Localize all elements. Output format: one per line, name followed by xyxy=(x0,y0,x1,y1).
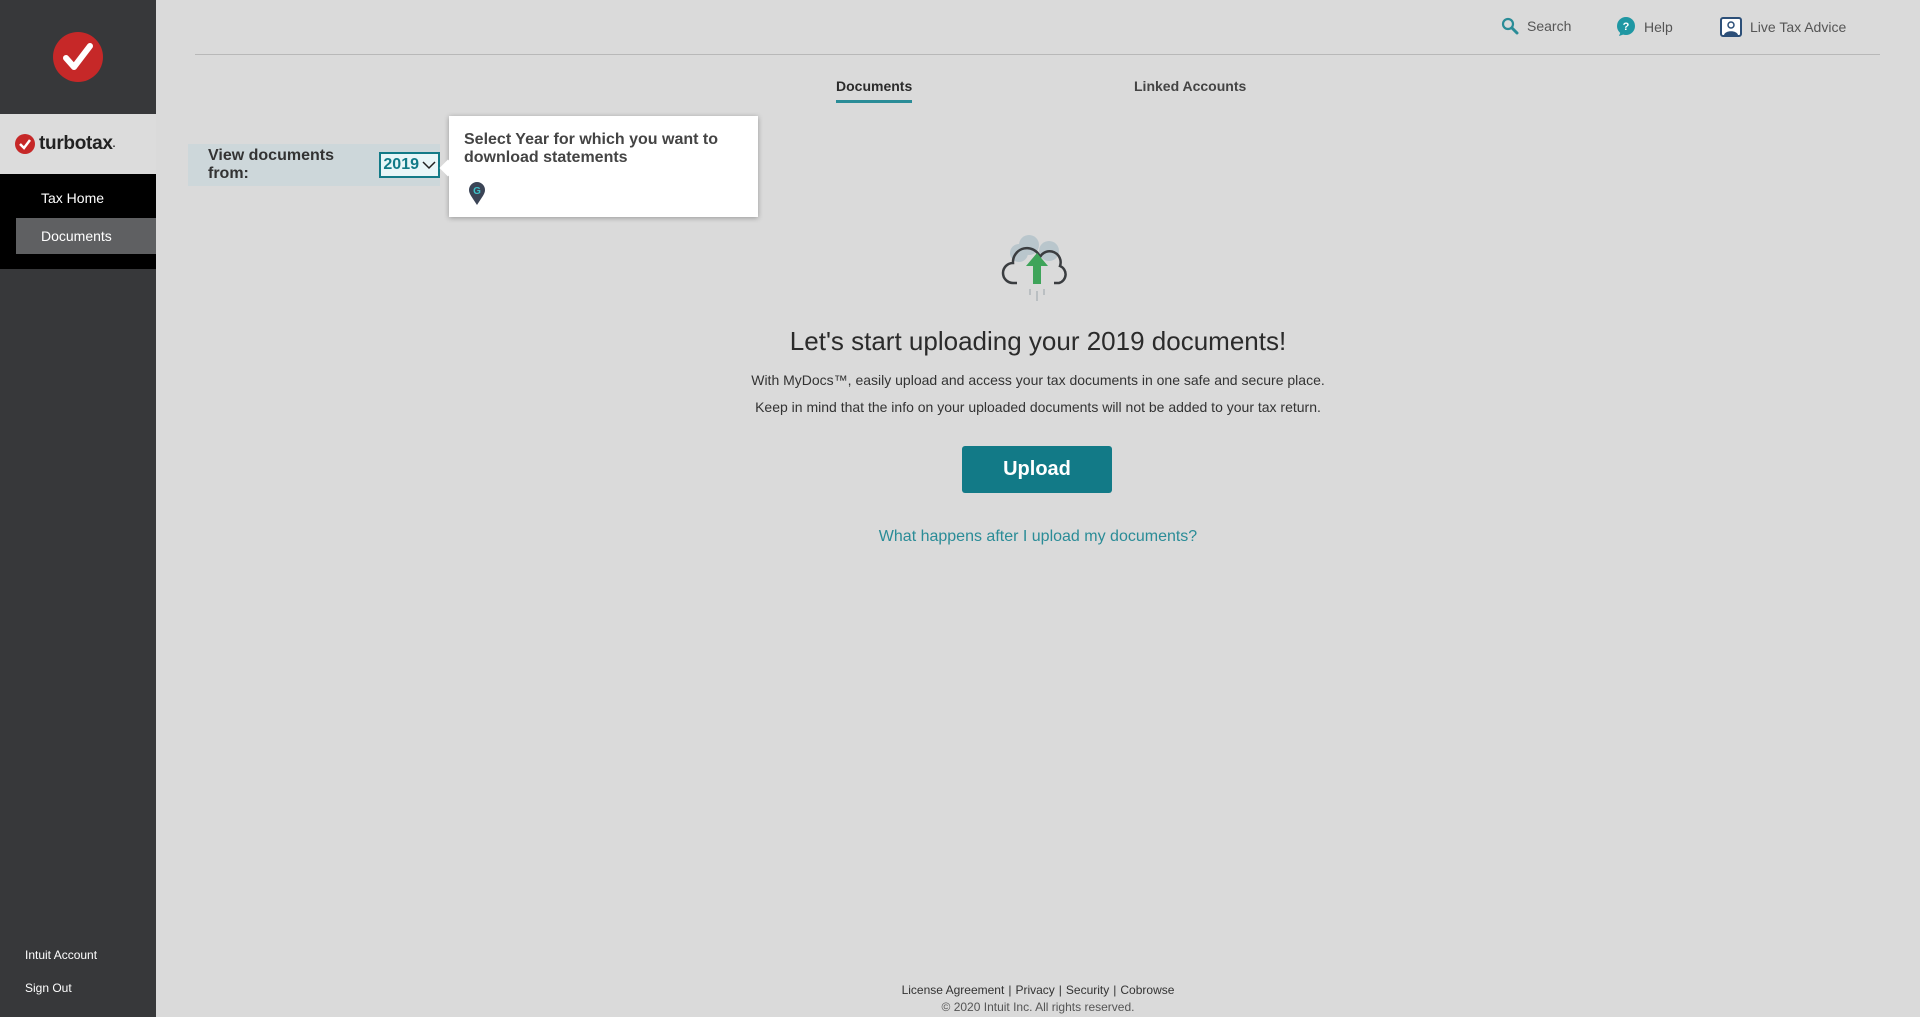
live-advisor-icon xyxy=(1720,17,1742,37)
sidebar-nav: Tax Home Documents xyxy=(0,174,156,269)
brand-name: turbotax xyxy=(39,133,113,154)
copyright: © 2020 Intuit Inc. All rights reserved. xyxy=(941,1000,1135,1014)
help-label: Help xyxy=(1644,19,1673,35)
cobrowse-link[interactable]: Cobrowse xyxy=(1120,983,1174,997)
svg-text:?: ? xyxy=(1623,21,1630,33)
brand-wordmark: turbotax. xyxy=(0,114,156,174)
turbotax-logo[interactable] xyxy=(0,0,156,114)
intro-text-line-1: With MyDocs™, easily upload and access y… xyxy=(751,372,1325,388)
sign-out-link[interactable]: Sign Out xyxy=(25,981,72,995)
sidebar-item-label: Tax Home xyxy=(41,190,105,206)
guide-tooltip: Select Year for which you want to downlo… xyxy=(449,116,758,217)
year-filter-bar: View documents from: 2019 xyxy=(188,144,440,186)
cloud-upload-icon xyxy=(1001,235,1067,301)
live-tax-advice-label: Live Tax Advice xyxy=(1750,19,1847,35)
year-filter-label: View documents from: xyxy=(208,147,334,182)
privacy-link[interactable]: Privacy xyxy=(1015,983,1054,997)
what-happens-link[interactable]: What happens after I upload my documents… xyxy=(156,528,1920,546)
sidebar: turbotax. Tax Home Documents Intuit Acco… xyxy=(0,0,156,1017)
year-select-value: 2019 xyxy=(383,156,419,173)
sidebar-item-documents[interactable]: Documents xyxy=(16,218,156,254)
tab-linked-accounts[interactable]: Linked Accounts xyxy=(1134,78,1246,94)
checkmark-logo-icon xyxy=(53,32,103,82)
svg-text:G: G xyxy=(473,186,481,197)
license-agreement-link[interactable]: License Agreement xyxy=(902,983,1005,997)
intuit-account-link[interactable]: Intuit Account xyxy=(25,948,97,962)
help-button[interactable]: ? Help xyxy=(1616,17,1673,37)
map-pin-icon: G xyxy=(469,182,485,205)
security-link[interactable]: Security xyxy=(1066,983,1109,997)
search-button[interactable]: Search xyxy=(1501,17,1571,35)
sidebar-item-tax-home[interactable]: Tax Home xyxy=(16,180,156,216)
upload-button[interactable]: Upload xyxy=(962,446,1112,493)
sidebar-item-label: Documents xyxy=(41,228,112,244)
intro-text-line-2: Keep in mind that the info on your uploa… xyxy=(755,399,1321,415)
tooltip-text: Select Year for which you want to downlo… xyxy=(464,131,718,166)
help-icon: ? xyxy=(1617,17,1635,36)
search-label: Search xyxy=(1527,18,1572,34)
checkmark-icon xyxy=(15,134,35,154)
tab-documents[interactable]: Documents xyxy=(836,78,913,103)
search-icon xyxy=(1501,17,1519,35)
page-heading: Let's start uploading your 2019 document… xyxy=(789,326,1287,356)
live-tax-advice-button[interactable]: Live Tax Advice xyxy=(1720,17,1846,37)
header-divider xyxy=(195,54,1880,55)
chevron-down-icon xyxy=(422,161,436,170)
year-select[interactable]: 2019 xyxy=(379,152,440,178)
footer: License Agreement | Privacy | Security | Cobro… xyxy=(156,983,1920,1014)
